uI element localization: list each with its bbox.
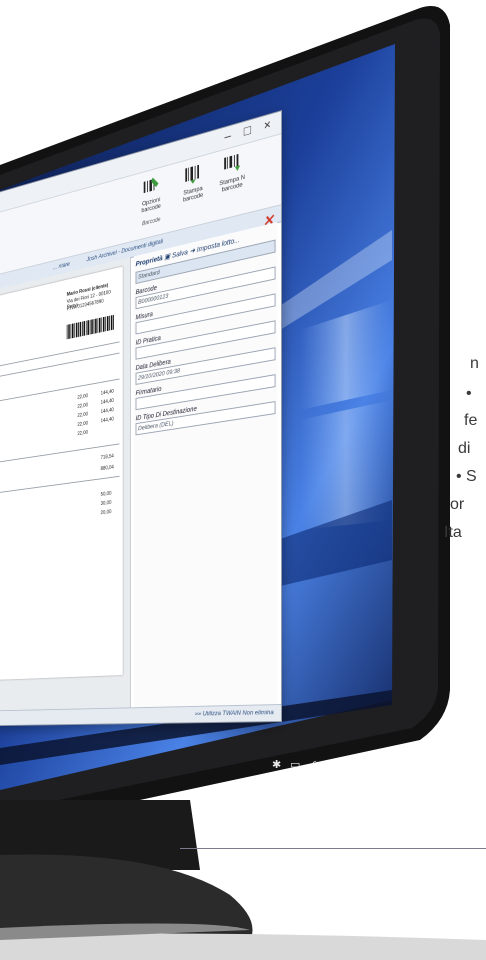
side-text-line-3: fe: [464, 412, 478, 429]
side-text-line-7: Ita: [444, 524, 462, 541]
side-text-line-1: n: [470, 355, 479, 372]
side-text-line-5: • S: [456, 468, 477, 485]
monitor: [0, 0, 486, 960]
monitor-bezel: [0, 6, 450, 830]
side-text-line-4: di: [458, 440, 471, 457]
monitor-stand: [0, 800, 486, 960]
side-text-line-6: or: [450, 496, 465, 513]
divider-line: [180, 848, 486, 849]
side-text-line-2: •: [466, 385, 472, 402]
